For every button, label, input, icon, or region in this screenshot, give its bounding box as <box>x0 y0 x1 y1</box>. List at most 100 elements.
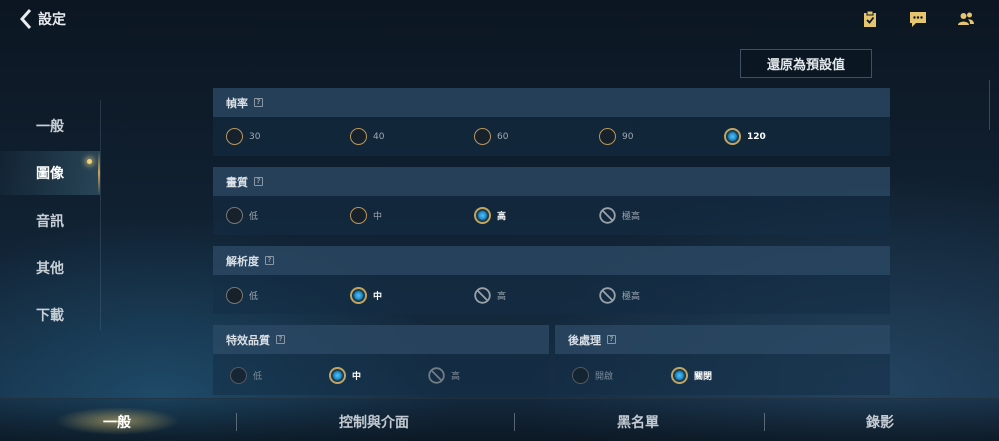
radio-button-selected[interactable] <box>474 207 491 224</box>
scroll-edge-handle[interactable] <box>989 80 999 130</box>
radio-button-selected[interactable] <box>724 128 741 145</box>
active-indicator-dot <box>87 159 92 164</box>
resolution-option-medium[interactable]: 中 <box>350 287 382 304</box>
reset-defaults-button[interactable]: 還原為預設值 <box>740 49 872 78</box>
option-label: 關閉 <box>694 372 713 382</box>
option-label: 90 <box>622 131 634 142</box>
radio-button[interactable] <box>572 367 589 384</box>
resolution-option-ultra: 極高 <box>599 287 640 304</box>
option-label: 開啟 <box>595 372 614 382</box>
option-label: 極高 <box>622 212 641 222</box>
radio-button-selected[interactable] <box>329 367 346 384</box>
disabled-icon <box>474 287 491 304</box>
post-processing-panel: 後處理 ? 開啟 關閉 <box>555 325 890 395</box>
effects-option-high: 高 <box>428 367 460 384</box>
postprocess-option-off[interactable]: 關閉 <box>671 367 712 384</box>
sidebar-divider <box>100 100 101 330</box>
help-icon[interactable]: ? <box>265 256 274 265</box>
panel-title: 後處理 <box>568 333 601 347</box>
radio-button[interactable] <box>226 287 243 304</box>
disabled-icon <box>428 367 445 384</box>
effects-option-medium[interactable]: 中 <box>329 367 361 384</box>
tab-divider <box>236 413 237 431</box>
page-title: 設定 <box>38 12 66 28</box>
quality-option-low[interactable]: 低 <box>226 207 258 224</box>
quality-panel: 畫質 ? 低 中 高 極高 <box>213 167 890 235</box>
tab-general[interactable]: 一般 <box>103 412 131 432</box>
panel-header: 幀率 ? <box>213 88 890 117</box>
radio-button[interactable] <box>226 207 243 224</box>
option-label: 低 <box>253 372 263 382</box>
sidebar-item-label: 音訊 <box>36 214 64 230</box>
effects-option-low[interactable]: 低 <box>230 367 262 384</box>
tab-divider <box>514 413 515 431</box>
option-label: 40 <box>373 131 385 142</box>
sidebar-item-label: 下載 <box>36 308 64 324</box>
help-icon[interactable]: ? <box>254 177 263 186</box>
panel-title: 特效品質 <box>226 333 270 347</box>
resolution-panel: 解析度 ? 低 中 高 極高 <box>213 246 890 314</box>
help-icon[interactable]: ? <box>276 335 285 344</box>
panel-header: 解析度 ? <box>213 246 890 275</box>
sidebar-item-label: 一般 <box>36 119 64 135</box>
panel-title: 解析度 <box>226 254 259 268</box>
framerate-option-60[interactable]: 60 <box>474 128 508 145</box>
framerate-option-40[interactable]: 40 <box>350 128 384 145</box>
tab-recording[interactable]: 錄影 <box>866 412 894 432</box>
back-button[interactable]: 設定 <box>20 9 66 29</box>
option-label: 低 <box>249 212 259 222</box>
disabled-icon <box>599 207 616 224</box>
option-label: 中 <box>373 292 383 302</box>
radio-button[interactable] <box>474 128 491 145</box>
sidebar-item-audio[interactable]: 音訊 <box>0 199 100 243</box>
sidebar-item-download[interactable]: 下載 <box>0 293 100 337</box>
framerate-option-90[interactable]: 90 <box>599 128 633 145</box>
bottom-tab-bar: 一般 控制與介面 黑名單 錄影 <box>0 398 999 441</box>
quality-option-high[interactable]: 高 <box>474 207 506 224</box>
disabled-icon <box>599 287 616 304</box>
sidebar-item-graphics[interactable]: 圖像 <box>0 151 100 195</box>
quality-option-medium[interactable]: 中 <box>350 207 382 224</box>
option-label: 中 <box>352 372 362 382</box>
panel-title: 畫質 <box>226 175 248 189</box>
option-label: 高 <box>497 292 507 302</box>
clipboard-check-icon[interactable] <box>861 10 879 28</box>
radio-button[interactable] <box>350 128 367 145</box>
tab-controls-interface[interactable]: 控制與介面 <box>339 412 409 432</box>
quality-option-ultra: 極高 <box>599 207 640 224</box>
option-label: 高 <box>451 372 461 382</box>
help-icon[interactable]: ? <box>254 98 263 107</box>
radio-button[interactable] <box>230 367 247 384</box>
effects-quality-panel: 特效品質 ? 低 中 高 <box>213 325 549 395</box>
option-label: 中 <box>373 212 383 222</box>
radio-button[interactable] <box>226 128 243 145</box>
sidebar-item-label: 圖像 <box>36 166 64 182</box>
radio-button-selected[interactable] <box>350 287 367 304</box>
radio-button-selected[interactable] <box>671 367 688 384</box>
panel-header: 特效品質 ? <box>213 325 549 354</box>
radio-button[interactable] <box>350 207 367 224</box>
resolution-option-high: 高 <box>474 287 506 304</box>
tab-blacklist[interactable]: 黑名單 <box>617 412 659 432</box>
postprocess-option-on[interactable]: 開啟 <box>572 367 613 384</box>
option-label: 30 <box>249 131 261 142</box>
tab-divider <box>764 413 765 431</box>
option-label: 高 <box>497 212 507 222</box>
panel-header: 畫質 ? <box>213 167 890 196</box>
help-icon[interactable]: ? <box>607 335 616 344</box>
option-label: 60 <box>497 131 509 142</box>
radio-button[interactable] <box>599 128 616 145</box>
chevron-left-icon <box>20 9 32 29</box>
top-icons <box>861 10 975 28</box>
option-label: 極高 <box>622 292 641 302</box>
framerate-option-30[interactable]: 30 <box>226 128 260 145</box>
top-bar: 設定 <box>0 0 999 40</box>
panel-title: 幀率 <box>226 96 248 110</box>
sidebar-item-other[interactable]: 其他 <box>0 246 100 290</box>
resolution-option-low[interactable]: 低 <box>226 287 258 304</box>
friends-icon[interactable] <box>957 10 975 28</box>
framerate-option-120[interactable]: 120 <box>724 128 766 145</box>
sidebar-item-general[interactable]: 一般 <box>0 104 100 148</box>
option-label: 120 <box>747 131 766 142</box>
chat-icon[interactable] <box>909 10 927 28</box>
